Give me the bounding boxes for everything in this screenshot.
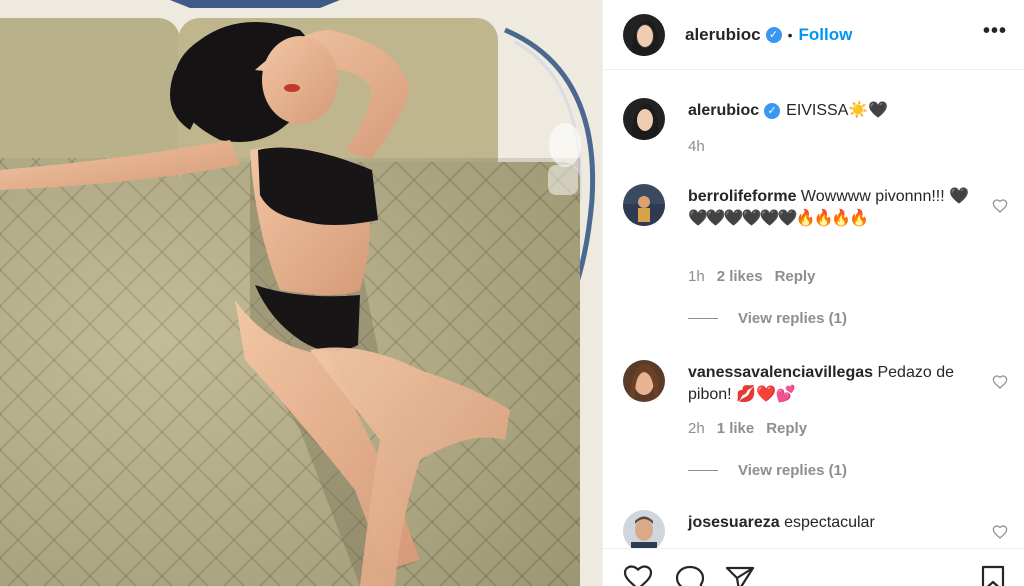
comment-item: berrolifeforme Wowwww pivonnn!!! 🖤🖤🖤🖤🖤🖤🖤… xyxy=(623,184,1008,334)
comment-likes[interactable]: 2 likes xyxy=(717,268,763,285)
like-comment-heart-icon[interactable] xyxy=(992,198,1008,214)
more-options-icon[interactable]: ••• xyxy=(983,20,1007,43)
post-caption: alerubioc ✓ EIVISSA☀️🖤 4h xyxy=(623,98,1008,168)
comment-username[interactable]: josesuareza xyxy=(688,514,780,531)
comment-item: vanessavalenciavillegas Pedazo de pibon!… xyxy=(623,360,1008,490)
comment-text: berrolifeforme Wowwww pivonnn!!! 🖤🖤🖤🖤🖤🖤🖤… xyxy=(688,186,978,230)
view-replies-label: View replies (1) xyxy=(738,462,847,479)
post-side-panel: alerubioc ✓ • Follow ••• alerubioc ✓ EIVIS… xyxy=(602,0,1024,586)
like-comment-heart-icon[interactable] xyxy=(992,374,1008,390)
comment-body: espectacular xyxy=(784,514,875,531)
comment-body: Wowwww pivonnn!!! xyxy=(800,188,945,205)
post-action-bar xyxy=(603,548,1024,586)
caption-text: alerubioc ✓ EIVISSA☀️🖤 xyxy=(688,100,978,122)
comment-username[interactable]: berrolifeforme xyxy=(688,188,796,205)
comment-meta: 1h 2 likes Reply xyxy=(688,268,815,285)
bookmark-icon[interactable] xyxy=(981,565,1005,586)
divider-line xyxy=(688,318,718,319)
reply-button[interactable]: Reply xyxy=(766,420,807,437)
separator-dot: • xyxy=(787,26,793,43)
comment-icon[interactable] xyxy=(675,565,705,586)
avatar[interactable] xyxy=(623,360,665,402)
heart-icon[interactable] xyxy=(623,565,653,586)
follow-button[interactable]: Follow xyxy=(799,25,853,45)
caption-username[interactable]: alerubioc xyxy=(688,102,759,119)
caption-emoji: ☀️🖤 xyxy=(848,102,889,119)
verified-badge-icon: ✓ xyxy=(764,103,781,119)
comment-username[interactable]: vanessavalenciavillegas xyxy=(688,364,873,381)
post-author-username[interactable]: alerubioc xyxy=(685,25,761,45)
caption-body: EIVISSA xyxy=(786,102,849,119)
comment-item: josesuareza espectacular xyxy=(623,510,1008,548)
post-photo[interactable] xyxy=(0,0,602,586)
reply-button[interactable]: Reply xyxy=(775,268,816,285)
comment-text: josesuareza espectacular xyxy=(688,512,978,534)
caption-meta: 4h xyxy=(688,138,705,155)
comment-time[interactable]: 1h xyxy=(688,268,705,285)
comments-list[interactable]: alerubioc ✓ EIVISSA☀️🖤 4h berrolifeforme W… xyxy=(603,70,1024,548)
avatar[interactable] xyxy=(623,98,665,140)
avatar[interactable] xyxy=(623,510,665,548)
avatar[interactable] xyxy=(623,184,665,226)
caption-time[interactable]: 4h xyxy=(688,138,705,155)
share-icon[interactable] xyxy=(725,565,755,586)
comment-time[interactable]: 2h xyxy=(688,420,705,437)
view-replies-button[interactable]: View replies (1) xyxy=(688,462,847,479)
post-image xyxy=(0,0,602,586)
comment-likes[interactable]: 1 like xyxy=(717,420,755,437)
comment-emoji: 💋❤️💕 xyxy=(736,386,796,403)
view-replies-button[interactable]: View replies (1) xyxy=(688,310,847,327)
avatar[interactable] xyxy=(623,13,665,56)
view-replies-label: View replies (1) xyxy=(738,310,847,327)
like-comment-heart-icon[interactable] xyxy=(992,524,1008,540)
comment-text: vanessavalenciavillegas Pedazo de pibon!… xyxy=(688,362,978,406)
comment-meta: 2h 1 like Reply xyxy=(688,420,807,437)
divider-line xyxy=(688,470,718,471)
post-header: alerubioc ✓ • Follow ••• xyxy=(603,0,1024,70)
verified-badge-icon: ✓ xyxy=(765,26,782,43)
